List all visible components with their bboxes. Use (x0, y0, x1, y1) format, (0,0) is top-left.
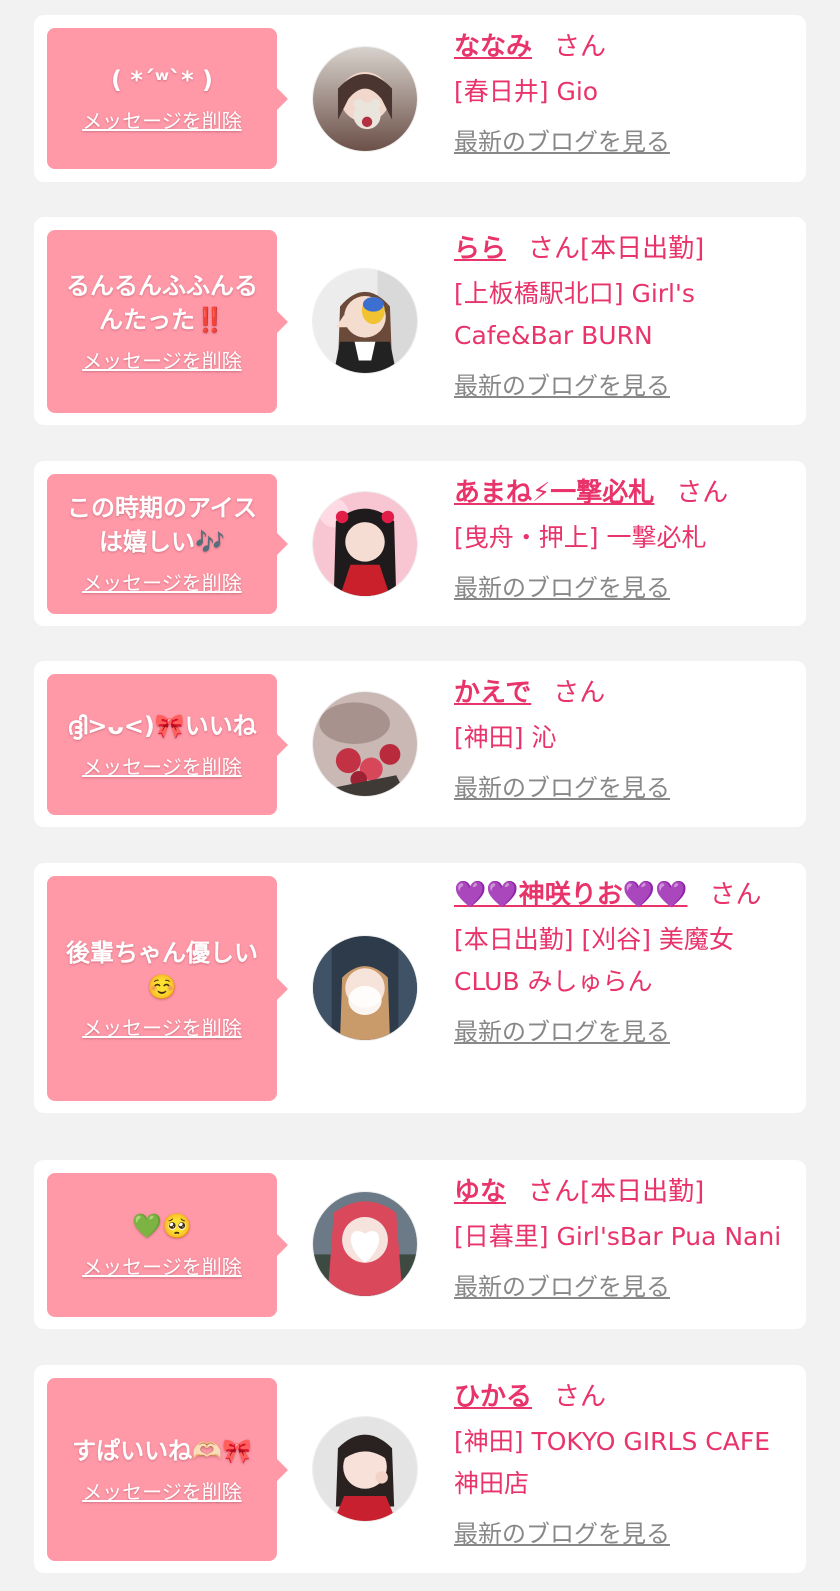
message-text: 後輩ちゃん優しい☺️ (66, 938, 258, 1001)
user-name-link[interactable]: らら (454, 234, 506, 264)
entry-info: かえで さん [神田] 沁 最新のブログを見る (454, 673, 794, 805)
user-name-link[interactable]: ななみ (454, 32, 532, 62)
list-item: 後輩ちゃん優しい☺️ メッセージを削除 💜💜神咲りお💜💜 さん [本日出勤] [刈… (34, 863, 806, 1113)
avatar[interactable] (312, 1191, 418, 1297)
avatar[interactable] (312, 691, 418, 797)
message-bubble: すぱいいね🫶🏻🎀 メッセージを削除 (47, 1378, 288, 1561)
user-name-link[interactable]: ひかる (454, 1382, 532, 1412)
delete-message-link[interactable]: メッセージを削除 (82, 569, 242, 597)
entry-info: らら さん[本日出勤] [上板橋駅北口] Girl's Cafe&Bar BURN… (454, 229, 794, 403)
delete-message-link[interactable]: メッセージを削除 (82, 1014, 242, 1042)
user-name-link[interactable]: ゆな (454, 1177, 506, 1207)
latest-blog-link[interactable]: 最新のブログを見る (454, 369, 670, 403)
name-row: かえで さん (454, 673, 794, 713)
message-bubble: ( *´ʷ`* ) メッセージを削除 (47, 28, 288, 169)
user-name-link[interactable]: 💜💜神咲りお💜💜 (454, 880, 688, 910)
message-text: るんるんふふんるんたった‼️ (66, 271, 258, 334)
name-row: らら さん[本日出勤] (454, 229, 794, 269)
entry-info: 💜💜神咲りお💜💜 さん [本日出勤] [刈谷] 美魔女CLUB みしゅらん 最新の… (454, 875, 794, 1049)
latest-blog-link[interactable]: 最新のブログを見る (454, 571, 670, 605)
delete-message-link[interactable]: メッセージを削除 (82, 1253, 242, 1281)
shop-label: [春日井] Gio (454, 77, 599, 106)
honorific: さん[本日出勤] (528, 234, 705, 264)
message-bubble: この時期のアイスは嬉しい🎶 メッセージを削除 (47, 474, 288, 614)
message-bubble: 💚🥺 メッセージを削除 (47, 1173, 288, 1317)
entry-info: あまね⚡一撃必札 さん [曳舟・押上] 一撃必札 最新のブログを見る (454, 473, 794, 605)
latest-blog-link[interactable]: 最新のブログを見る (454, 1270, 670, 1304)
message-bubble: るんるんふふんるんたった‼️ メッセージを削除 (47, 230, 288, 413)
message-bubble: ദ്ദി>ᴗ<)🎀いいね メッセージを削除 (47, 674, 288, 815)
honorific: さん (676, 478, 729, 508)
shop-label: [曳舟・押上] 一撃必札 (454, 523, 707, 552)
latest-blog-link[interactable]: 最新のブログを見る (454, 1015, 670, 1049)
name-row: あまね⚡一撃必札 さん (454, 473, 794, 513)
latest-blog-link[interactable]: 最新のブログを見る (454, 771, 670, 805)
delete-message-link[interactable]: メッセージを削除 (82, 107, 242, 135)
avatar[interactable] (312, 1416, 418, 1522)
avatar[interactable] (312, 268, 418, 374)
entry-info: ゆな さん[本日出勤] [日暮里] Girl'sBar Pua Nani 最新のブ… (454, 1172, 794, 1304)
message-text: ദ്ദി>ᴗ<)🎀いいね (67, 711, 257, 740)
entry-info: ななみ さん [春日井] Gio 最新のブログを見る (454, 27, 794, 159)
list-item: 💚🥺 メッセージを削除 ゆな さん[本日出勤] [日暮里] Girl'sBar P… (34, 1160, 806, 1329)
message-text: この時期のアイスは嬉しい🎶 (66, 494, 258, 556)
latest-blog-link[interactable]: 最新のブログを見る (454, 1517, 670, 1551)
honorific: さん[本日出勤] (528, 1177, 705, 1207)
name-row: ひかる さん (454, 1377, 794, 1417)
delete-message-link[interactable]: メッセージを削除 (82, 753, 242, 781)
list-item: すぱいいね🫶🏻🎀 メッセージを削除 ひかる さん [神田] TOKYO GIRLS… (34, 1365, 806, 1573)
list-item: ( *´ʷ`* ) メッセージを削除 ななみ さん [春日井] Gio 最新のブロ… (34, 15, 806, 182)
shop-label: [神田] TOKYO GIRLS CAFE 神田店 (454, 1427, 771, 1498)
list-item: るんるんふふんるんたった‼️ メッセージを削除 らら さん[本日出勤] [上板橋駅… (34, 217, 806, 425)
delete-message-link[interactable]: メッセージを削除 (82, 347, 242, 375)
name-row: ななみ さん (454, 27, 794, 67)
name-row: 💜💜神咲りお💜💜 さん (454, 875, 794, 915)
message-text: すぱいいね🫶🏻🎀 (72, 1436, 252, 1465)
avatar[interactable] (312, 491, 418, 597)
honorific: さん (553, 678, 606, 708)
list-item: この時期のアイスは嬉しい🎶 メッセージを削除 あまね⚡一撃必札 さん [曳舟・押上… (34, 461, 806, 626)
user-name-link[interactable]: あまね⚡一撃必札 (454, 478, 654, 508)
avatar[interactable] (312, 46, 418, 152)
list-item: ദ്ദി>ᴗ<)🎀いいね メッセージを削除 かえで さん [神田] 沁 最新のブロ… (34, 661, 806, 827)
delete-message-link[interactable]: メッセージを削除 (82, 1478, 242, 1506)
latest-blog-link[interactable]: 最新のブログを見る (454, 125, 670, 159)
honorific: さん (709, 880, 762, 910)
shop-label: [神田] 沁 (454, 723, 557, 752)
message-bubble: 後輩ちゃん優しい☺️ メッセージを削除 (47, 876, 288, 1101)
name-row: ゆな さん[本日出勤] (454, 1172, 794, 1212)
shop-label: [本日出勤] [刈谷] 美魔女CLUB みしゅらん (454, 925, 734, 996)
honorific: さん (554, 32, 607, 62)
user-name-link[interactable]: かえで (454, 678, 531, 708)
message-list: ( *´ʷ`* ) メッセージを削除 ななみ さん [春日井] Gio 最新のブロ… (0, 0, 840, 1591)
entry-info: ひかる さん [神田] TOKYO GIRLS CAFE 神田店 最新のブログを見… (454, 1377, 794, 1551)
honorific: さん (554, 1382, 607, 1412)
avatar[interactable] (312, 935, 418, 1041)
message-text: ( *´ʷ`* ) (111, 65, 213, 94)
message-text: 💚🥺 (132, 1212, 192, 1240)
shop-label: [日暮里] Girl'sBar Pua Nani (454, 1222, 782, 1251)
shop-label: [上板橋駅北口] Girl's Cafe&Bar BURN (454, 279, 695, 350)
